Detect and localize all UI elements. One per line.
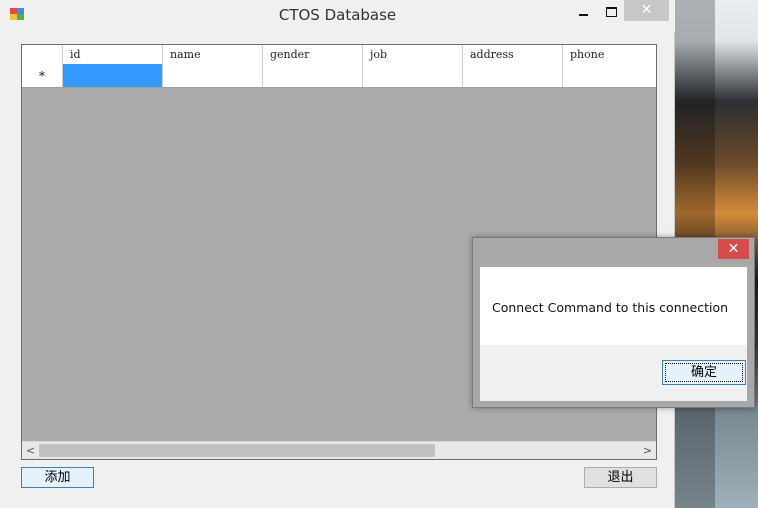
column-header-gender[interactable]: gender — [263, 45, 363, 64]
cell-phone[interactable] — [563, 64, 656, 87]
new-row: * — [22, 64, 656, 88]
row-header-corner — [22, 45, 63, 64]
maximize-button[interactable] — [597, 1, 625, 23]
cell-id[interactable] — [63, 64, 163, 87]
dialog-body: Connect Command to this connection — [480, 267, 747, 345]
cell-address[interactable] — [463, 64, 563, 87]
dialog-frame-right — [747, 267, 754, 407]
scroll-left-icon[interactable]: < — [22, 442, 39, 459]
ok-button[interactable]: 确定 — [662, 360, 746, 385]
close-button[interactable]: ✕ — [624, 0, 669, 21]
minimize-button[interactable] — [570, 2, 598, 24]
dialog-message: Connect Command to this connection — [492, 300, 729, 315]
column-header-phone[interactable]: phone — [563, 45, 656, 64]
message-dialog: ✕ Connect Command to this connection 确定 — [472, 237, 755, 408]
column-header-name[interactable]: name — [163, 45, 263, 64]
cell-gender[interactable] — [263, 64, 363, 87]
scrollbar-thumb[interactable] — [39, 444, 435, 457]
scroll-right-icon[interactable]: > — [639, 442, 656, 459]
horizontal-scrollbar[interactable]: < > — [22, 441, 656, 459]
column-header-id[interactable]: id — [63, 45, 163, 64]
dialog-frame-bottom — [473, 400, 754, 407]
cell-job[interactable] — [363, 64, 463, 87]
new-row-marker[interactable]: * — [22, 64, 63, 87]
dialog-title-bar[interactable]: ✕ — [473, 238, 754, 267]
cell-name[interactable] — [163, 64, 263, 87]
dialog-footer: 确定 — [480, 345, 747, 401]
title-bar[interactable]: CTOS Database ✕ — [0, 0, 675, 32]
minimize-icon — [579, 14, 588, 16]
dialog-frame-left — [473, 267, 480, 407]
dialog-close-button[interactable]: ✕ — [718, 239, 749, 259]
grid-header: id name gender job address phone — [22, 45, 656, 65]
close-icon: ✕ — [640, 2, 653, 18]
column-header-address[interactable]: address — [463, 45, 563, 64]
add-button[interactable]: 添加 — [21, 467, 94, 488]
close-icon: ✕ — [727, 241, 740, 257]
exit-button[interactable]: 退出 — [584, 467, 657, 488]
maximize-icon — [606, 7, 617, 17]
column-header-job[interactable]: job — [363, 45, 463, 64]
